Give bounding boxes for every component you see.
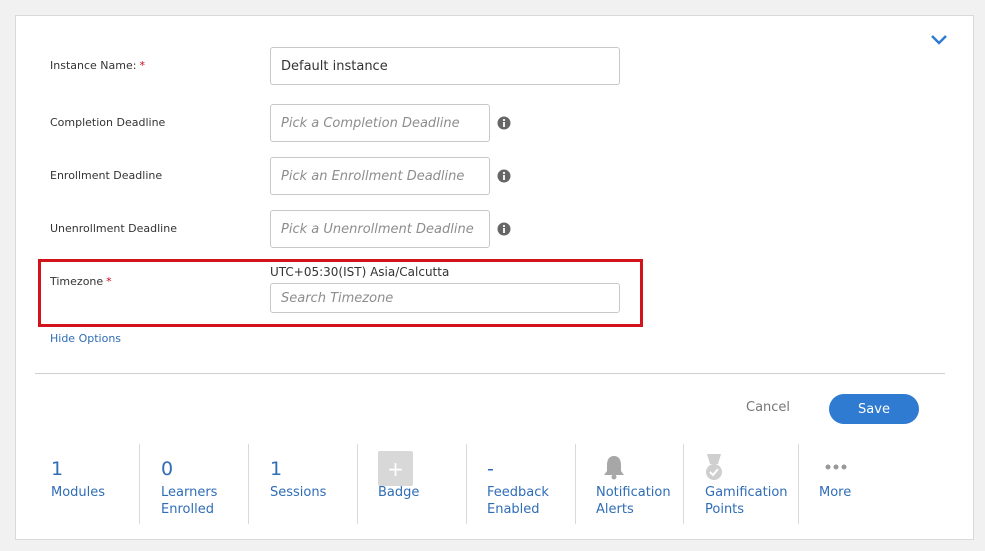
stat-feedback[interactable]: - Feedback Enabled	[487, 444, 575, 524]
stat-badge[interactable]: Badge	[378, 444, 466, 524]
unenrollment-deadline-placeholder: Pick a Unenrollment Deadline	[281, 221, 474, 237]
timezone-highlight-box	[38, 259, 643, 327]
stat-divider	[248, 444, 249, 524]
stat-divider	[683, 444, 684, 524]
info-icon[interactable]	[497, 222, 511, 236]
learners-count: 0	[161, 458, 174, 480]
more-label: More	[819, 485, 852, 500]
divider	[35, 373, 945, 374]
stat-modules[interactable]: 1 Modules	[51, 444, 139, 524]
sessions-label: Sessions	[270, 485, 327, 500]
hide-options-link[interactable]: Hide Options	[50, 332, 121, 345]
save-button[interactable]: Save	[829, 394, 919, 424]
feedback-value: -	[487, 458, 494, 480]
required-mark: *	[139, 59, 145, 72]
stat-divider	[798, 444, 799, 524]
enrollment-deadline-placeholder: Pick an Enrollment Deadline	[281, 168, 465, 184]
notification-label: Notification Alerts	[596, 485, 671, 517]
modules-count: 1	[51, 458, 64, 480]
gamification-label: Gamification Points	[705, 485, 788, 517]
stat-gamification[interactable]: Gamification Points	[705, 444, 795, 524]
feedback-label: Feedback Enabled	[487, 485, 549, 517]
modules-label: Modules	[51, 485, 106, 500]
chevron-down-icon[interactable]	[928, 30, 950, 50]
info-icon[interactable]	[497, 116, 511, 130]
stat-divider	[139, 444, 140, 524]
learners-label: Learners Enrolled	[161, 485, 218, 517]
info-icon[interactable]	[497, 169, 511, 183]
stat-sessions[interactable]: 1 Sessions	[270, 444, 358, 524]
completion-deadline-placeholder: Pick a Completion Deadline	[281, 115, 460, 131]
unenrollment-deadline-input[interactable]: Pick a Unenrollment Deadline	[270, 210, 490, 248]
enrollment-deadline-input[interactable]: Pick an Enrollment Deadline	[270, 157, 490, 195]
completion-deadline-input[interactable]: Pick a Completion Deadline	[270, 104, 490, 142]
stat-learners[interactable]: 0 Learners Enrolled	[161, 444, 249, 524]
enrollment-deadline-label: Enrollment Deadline	[50, 169, 163, 182]
stat-more[interactable]: More	[819, 444, 879, 524]
stat-divider	[357, 444, 358, 524]
sessions-count: 1	[270, 458, 283, 480]
instance-name-label: Instance Name: *	[50, 59, 145, 72]
stat-divider	[466, 444, 467, 524]
badge-label: Badge	[378, 485, 420, 500]
stat-divider	[575, 444, 576, 524]
completion-deadline-label: Completion Deadline	[50, 116, 166, 129]
instance-name-value: Default instance	[281, 58, 388, 74]
stat-notification[interactable]: Notification Alerts	[596, 444, 684, 524]
unenrollment-deadline-label: Unenrollment Deadline	[50, 222, 177, 235]
instance-name-input[interactable]: Default instance	[270, 47, 620, 85]
cancel-button[interactable]: Cancel	[746, 400, 790, 415]
